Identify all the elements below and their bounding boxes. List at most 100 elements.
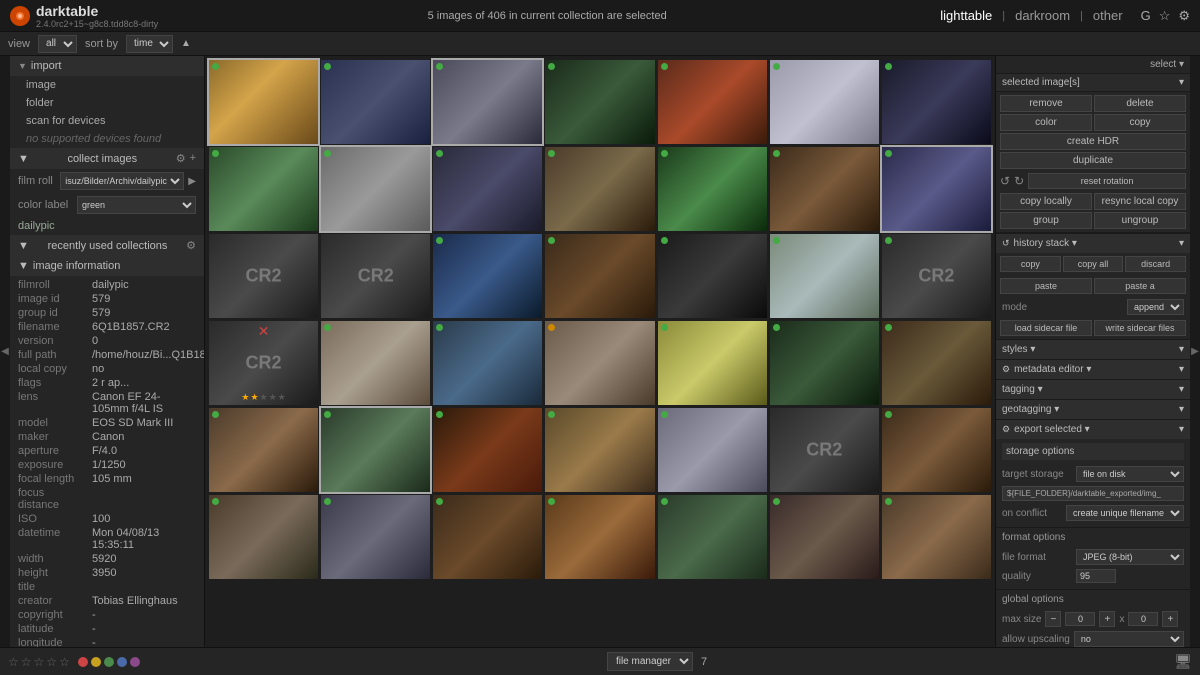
rp-delete-btn[interactable]: delete (1094, 95, 1186, 112)
collect-settings-icon[interactable]: ⚙ (176, 152, 186, 165)
thumbnail-42[interactable] (882, 495, 991, 579)
color-label-yellow[interactable] (91, 657, 101, 667)
thumbnail-34[interactable]: CR2 (770, 408, 879, 492)
thumbnail-35[interactable] (882, 408, 991, 492)
thumbnail-1[interactable] (209, 60, 318, 144)
rp-mode-select[interactable]: append (1127, 299, 1184, 315)
thumbnail-6[interactable] (770, 60, 879, 144)
rp-copy-locally-btn[interactable]: copy locally (1000, 193, 1092, 210)
sort-select[interactable]: time (126, 35, 173, 53)
rp-reset-rotation-btn[interactable]: reset rotation (1028, 173, 1186, 189)
import-header[interactable]: ▼ import (10, 56, 204, 76)
rp-copy-all-btn[interactable]: copy all (1063, 256, 1124, 272)
thumbnail-12[interactable] (658, 147, 767, 231)
rp-geotagging-section[interactable]: geotagging ▾ ▾ (996, 399, 1190, 419)
thumbnail-29[interactable] (209, 408, 318, 492)
rp-conflict-select[interactable]: create unique filename (1066, 505, 1184, 521)
thumbnail-40[interactable] (658, 495, 767, 579)
thumbnail-24[interactable] (433, 321, 542, 405)
rp-paste-btn[interactable]: paste (1000, 278, 1092, 294)
thumbnail-41[interactable] (770, 495, 879, 579)
rp-quality-input[interactable] (1076, 569, 1116, 583)
thumbnail-23[interactable] (321, 321, 430, 405)
rp-width-plus-btn[interactable]: + (1099, 611, 1115, 627)
rp-write-sidecar-btn[interactable]: write sidecar files (1094, 320, 1186, 336)
color-label-blue[interactable] (117, 657, 127, 667)
thumbnail-15[interactable]: CR2 (209, 234, 318, 318)
star-1[interactable]: ☆ (8, 655, 19, 669)
thumbnail-22[interactable]: CR2✕★★★★★ (209, 321, 318, 405)
colorlabel-select[interactable]: green (77, 196, 196, 214)
thumbnail-14[interactable] (882, 147, 991, 231)
rp-file-format-select[interactable]: JPEG (8-bit) (1076, 549, 1184, 565)
rp-selected-images-dropdown[interactable]: selected image[s] ▾ (996, 74, 1190, 92)
google-icon[interactable]: G (1141, 8, 1151, 23)
thumbnail-4[interactable] (545, 60, 654, 144)
star-rating[interactable]: ☆ ☆ ☆ ☆ ☆ (8, 655, 70, 669)
rp-height-plus-btn[interactable]: + (1162, 611, 1178, 627)
view-mode-select[interactable]: file manager (607, 652, 693, 671)
nav-darkroom[interactable]: darkroom (1011, 6, 1074, 25)
import-folder[interactable]: folder (10, 94, 204, 112)
rp-color-btn[interactable]: color (1000, 114, 1092, 131)
rp-width-minus-btn[interactable]: − (1045, 611, 1061, 627)
thumbnail-39[interactable] (545, 495, 654, 579)
rp-resync-btn[interactable]: resync local copy (1094, 193, 1186, 210)
thumbnail-20[interactable] (770, 234, 879, 318)
rp-group-btn[interactable]: group (1000, 212, 1092, 229)
thumbnail-10[interactable] (433, 147, 542, 231)
thumbnail-17[interactable] (433, 234, 542, 318)
thumbnail-33[interactable] (658, 408, 767, 492)
rp-storage-options-btn[interactable]: storage options (1002, 443, 1184, 460)
sort-direction[interactable]: ▲ (181, 38, 191, 49)
thumbnail-16[interactable]: CR2 (321, 234, 430, 318)
rp-tagging-section[interactable]: tagging ▾ ▾ (996, 379, 1190, 399)
thumbnail-38[interactable] (433, 495, 542, 579)
rp-export-section-header[interactable]: ⚙ export selected ▾ ▾ (996, 419, 1190, 439)
rp-create-hdr-btn[interactable]: create HDR (1000, 133, 1186, 150)
right-nav-arrow[interactable]: ▶ (1190, 56, 1200, 647)
color-label-purple[interactable] (130, 657, 140, 667)
thumbnail-32[interactable] (545, 408, 654, 492)
thumbnail-13[interactable] (770, 147, 879, 231)
filmroll-select[interactable]: isuz/Bilder/Archiv/dailypic (60, 172, 184, 190)
recently-header[interactable]: ▼ recently used collections ⚙ (10, 235, 204, 256)
star-2[interactable]: ☆ (21, 655, 32, 669)
thumbnail-28[interactable] (882, 321, 991, 405)
rp-copy-btn[interactable]: copy (1094, 114, 1186, 131)
thumbnail-36[interactable] (209, 495, 318, 579)
settings-icon[interactable]: ⚙ (1178, 8, 1190, 24)
rp-paste-a-btn[interactable]: paste a (1094, 278, 1186, 294)
rp-upscaling-select[interactable]: no (1074, 631, 1184, 647)
rp-duplicate-btn[interactable]: duplicate (1000, 152, 1186, 169)
thumbnail-5[interactable] (658, 60, 767, 144)
thumbnail-26[interactable] (658, 321, 767, 405)
star-5[interactable]: ☆ (59, 655, 70, 669)
color-label-green[interactable] (104, 657, 114, 667)
image-info-header[interactable]: ▼ image information (10, 256, 204, 276)
collect-add-icon[interactable]: + (190, 152, 196, 165)
monitor-icon[interactable]: 🖥 (1174, 653, 1192, 670)
rp-copy-history-btn[interactable]: copy (1000, 256, 1061, 272)
thumbnail-18[interactable] (545, 234, 654, 318)
thumbnail-30[interactable] (321, 408, 430, 492)
import-scan-devices[interactable]: scan for devices (10, 112, 204, 130)
rp-rotate-cw-icon[interactable]: ↻ (1014, 174, 1024, 188)
rp-ungroup-btn[interactable]: ungroup (1094, 212, 1186, 229)
rp-discard-btn[interactable]: discard (1125, 256, 1186, 272)
thumbnail-21[interactable]: CR2 (882, 234, 991, 318)
rp-target-storage-select[interactable]: file on disk (1076, 466, 1184, 482)
rp-history-section[interactable]: ↺ history stack ▾ ▾ (996, 233, 1190, 253)
rp-rotate-ccw-icon[interactable]: ↺ (1000, 174, 1010, 188)
rp-styles-section[interactable]: styles ▾ ▾ (996, 339, 1190, 359)
left-nav-arrow[interactable]: ◀ (0, 56, 10, 647)
star-3[interactable]: ☆ (34, 655, 45, 669)
thumbnail-8[interactable] (209, 147, 318, 231)
color-label-red[interactable] (78, 657, 88, 667)
thumbnail-25[interactable] (545, 321, 654, 405)
thumbnail-7[interactable] (882, 60, 991, 144)
thumbnail-11[interactable] (545, 147, 654, 231)
rp-select-btn[interactable]: select ▾ (1150, 59, 1184, 70)
filmroll-nav-icon[interactable]: ▶ (188, 176, 196, 187)
rp-path-input[interactable] (1002, 486, 1184, 501)
